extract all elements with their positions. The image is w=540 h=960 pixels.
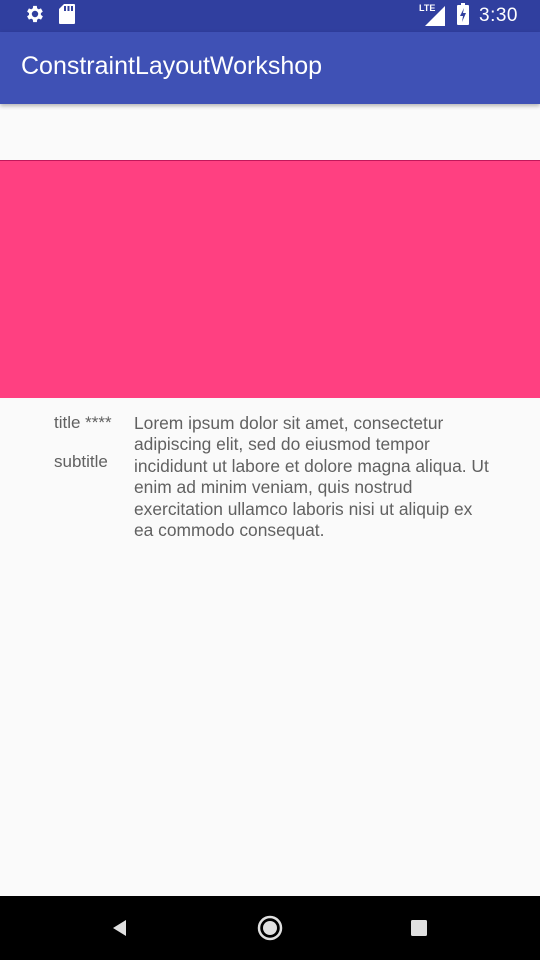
- header-image-placeholder: [0, 160, 540, 398]
- status-bar: LTE 3:30: [0, 0, 540, 32]
- battery-charging-icon: [457, 2, 470, 30]
- back-icon: [113, 920, 126, 936]
- network-type-label: LTE: [419, 3, 436, 13]
- status-bar-right: LTE 3:30: [419, 2, 518, 30]
- home-icon: [257, 915, 283, 941]
- status-bar-left: [24, 3, 76, 30]
- item-subtitle: subtitle: [54, 452, 108, 471]
- status-time: 3:30: [479, 5, 518, 26]
- app-toolbar: ConstraintLayoutWorkshop: [0, 32, 540, 104]
- app-title: ConstraintLayoutWorkshop: [21, 52, 323, 80]
- sd-card-icon: [58, 3, 76, 30]
- system-navigation-bar: [0, 896, 540, 960]
- back-button[interactable]: [104, 912, 136, 944]
- item-title: title ****: [54, 413, 112, 432]
- phone-screen: LTE 3:30 ConstraintLayoutWorkshop title …: [0, 0, 540, 960]
- home-button[interactable]: [254, 912, 286, 944]
- settings-icon: [24, 3, 46, 30]
- item-body-text: Lorem ipsum dolor sit amet, consectetur …: [134, 413, 489, 541]
- recents-icon: [411, 920, 427, 936]
- recents-button[interactable]: [403, 912, 435, 944]
- lte-signal-icon: LTE: [419, 3, 447, 28]
